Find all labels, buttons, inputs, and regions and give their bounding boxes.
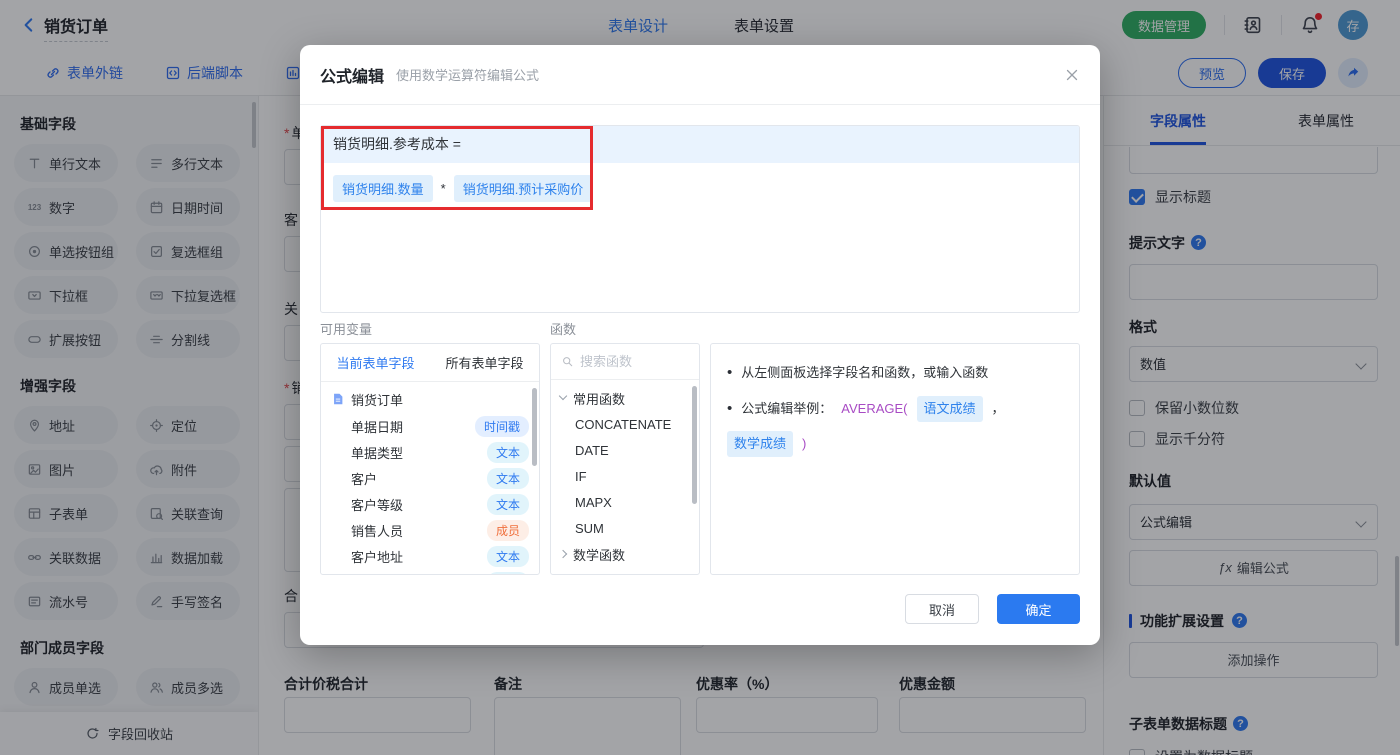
tip-line: • 从左侧面板选择字段名和函数，或输入函数 <box>727 362 1063 384</box>
modal-footer: 取消 确定 <box>300 575 1100 645</box>
type-badge: 文本 <box>486 545 529 567</box>
function-row[interactable]: SUM <box>551 515 699 541</box>
variable-row[interactable]: 客户地址 文本 <box>321 543 539 569</box>
formula-target: 销货明细.参考成本 = <box>321 126 1079 163</box>
formula-editor-modal: 公式编辑 使用数学运算符编辑公式 销货明细.参考成本 = 销货明细.数量 * 销货明… <box>300 45 1100 645</box>
variable-row[interactable]: 销售人员 成员 <box>321 517 539 543</box>
formula-token[interactable]: 销货明细.数量 <box>333 175 433 202</box>
modal-header: 公式编辑 使用数学运算符编辑公式 <box>300 45 1100 105</box>
formula-expression: 销货明细.数量 * 销货明细.预计采购价 <box>321 163 1079 214</box>
function-row[interactable]: MAPX <box>551 489 699 515</box>
function-row[interactable]: 常用函数 <box>551 385 699 411</box>
formula-editor[interactable]: 销货明细.参考成本 = 销货明细.数量 * 销货明细.预计采购价 <box>320 125 1080 313</box>
example-chip: 数学成绩 <box>727 431 794 457</box>
variables-tab[interactable]: 所有表单字段 <box>430 344 539 381</box>
functions-label: 函数 <box>550 322 577 337</box>
function-row[interactable]: 文本函数 <box>551 567 699 575</box>
type-badge: 文本 <box>486 467 529 489</box>
tips-panel: • 从左侧面板选择字段名和函数，或输入函数 • 公式编辑举例： AVERAGE(语… <box>710 343 1080 575</box>
type-badge: 文本 <box>486 493 529 515</box>
function-row[interactable]: DATE <box>551 437 699 463</box>
functions-scrollbar[interactable] <box>692 386 697 504</box>
bullet: • <box>727 400 733 417</box>
tip-line: • 公式编辑举例： AVERAGE(语文成绩，数学成绩) <box>727 396 1063 457</box>
functions-panel: 常用函数 CONCATENATE DATE IF <box>550 343 700 575</box>
variables-root[interactable]: 销货订单 <box>321 385 539 413</box>
variables-scrollbar[interactable] <box>532 388 537 466</box>
variables-tabs: 当前表单字段 所有表单字段 <box>321 344 539 382</box>
variables-panel: 当前表单字段 所有表单字段 销货订单 单据日期 时间戳 单据类型 文本 客户 文… <box>320 343 540 575</box>
search-icon <box>561 355 574 368</box>
variables-tab[interactable]: 当前表单字段 <box>321 344 430 381</box>
confirm-button[interactable]: 确定 <box>997 594 1080 624</box>
close-icon[interactable] <box>1064 67 1080 83</box>
function-row[interactable]: CONCATENATE <box>551 411 699 437</box>
variable-row[interactable]: 单据类型 文本 <box>321 439 539 465</box>
variable-row[interactable]: 客户 文本 <box>321 465 539 491</box>
modal-title: 公式编辑 <box>320 68 385 86</box>
type-badge: 成员 <box>486 519 529 541</box>
variable-row[interactable]: 单据日期 时间戳 <box>321 413 539 439</box>
function-search[interactable] <box>551 344 699 380</box>
form-designer-app: 销货订单 表单设计 表单设置 数据管理 存 表单外链 后端脚本 预览 保存 基础… <box>0 0 1400 755</box>
formula-token[interactable]: 销货明细.预计采购价 <box>453 175 593 202</box>
search-input[interactable] <box>580 354 689 369</box>
cancel-button[interactable]: 取消 <box>905 594 979 624</box>
function-row[interactable]: IF <box>551 463 699 489</box>
variables-list: 单据日期 时间戳 单据类型 文本 客户 文本 客户等级 文本 销售人员 成员 客… <box>321 413 539 574</box>
variable-row[interactable]: 客户等级 文本 <box>321 491 539 517</box>
functions-list: 常用函数 CONCATENATE DATE IF MAPX SUM 数学函数 <box>551 380 699 575</box>
formula-token[interactable]: * <box>441 181 446 196</box>
chevron-icon <box>558 549 568 559</box>
function-row[interactable]: 数学函数 <box>551 541 699 567</box>
example-chip: 语文成绩 <box>916 396 983 422</box>
chevron-icon <box>558 391 568 401</box>
variables-label: 可用变量 <box>320 322 373 337</box>
type-badge: 时间戳 <box>474 415 529 437</box>
type-badge: 文本 <box>486 441 529 463</box>
bullet: • <box>727 364 733 381</box>
document-icon <box>331 392 345 406</box>
modal-subtitle: 使用数学运算符编辑公式 <box>396 68 540 83</box>
